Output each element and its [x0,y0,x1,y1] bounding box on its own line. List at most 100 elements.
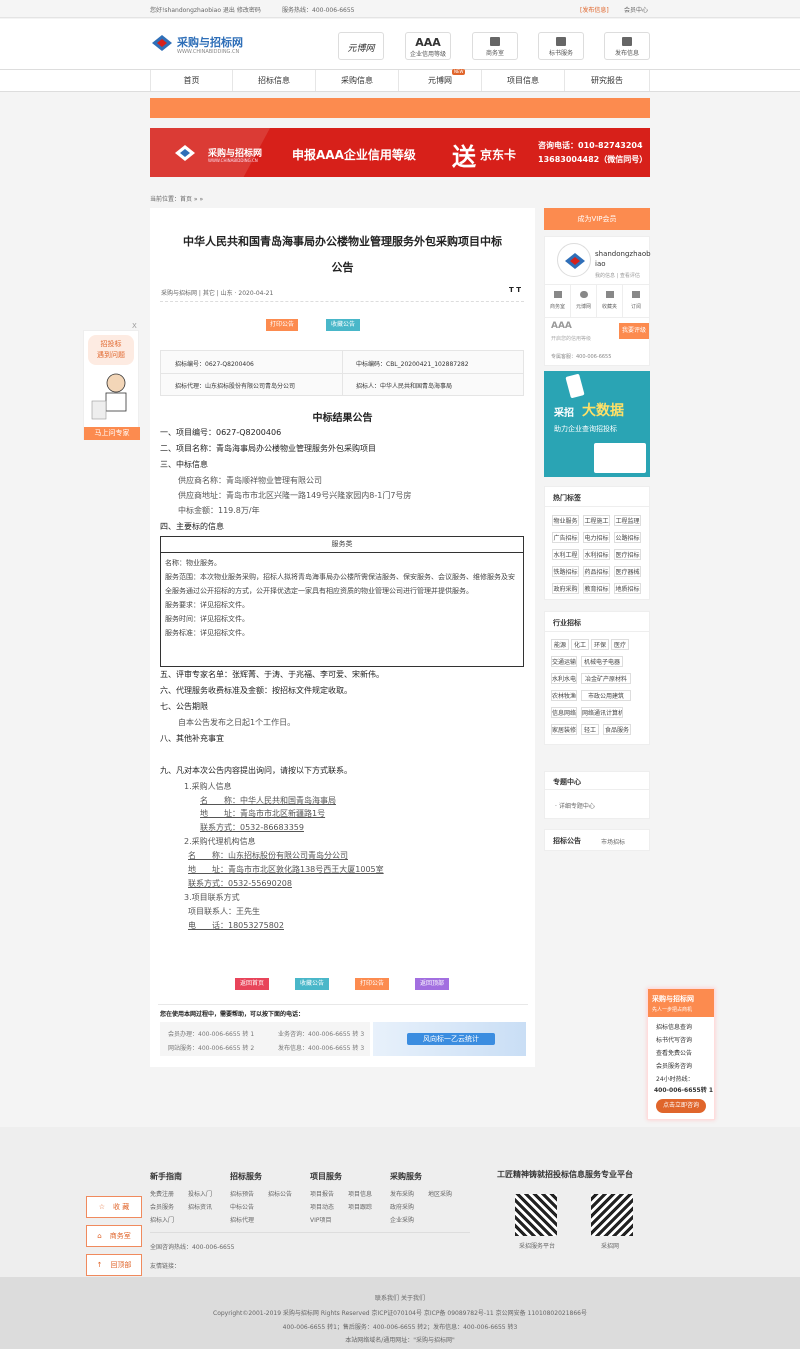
footer-link[interactable]: 项目信息 [348,1189,372,1198]
industry-tag[interactable]: 冶金矿产原材料 [581,673,631,684]
aaa-banner[interactable]: 采购与招标网 WWW.CHINABIDDING.CN 申报AAA企业信用等级 送… [150,128,650,177]
footer-link[interactable]: 招标资讯 [188,1202,212,1211]
industry-tag[interactable]: 机械电子电器 [581,656,623,667]
publish-link[interactable]: [发布信息] [580,5,609,14]
sidebar-yuanbo[interactable]: 元博网 [571,285,597,317]
favorite-button[interactable]: 收藏公告 [295,978,329,990]
footer-link[interactable]: 项目动态 [310,1202,334,1211]
hot-tag[interactable]: 工程施工 [583,515,610,526]
footer-link[interactable]: 企业采购 [390,1215,414,1224]
float-back-top-button[interactable]: ↑ 回顶部 [86,1254,142,1276]
industry-tag[interactable]: 市政公用建筑 [581,690,631,701]
hot-tag[interactable]: 政府采购 [552,583,579,594]
avatar[interactable] [557,243,591,277]
bigdata-ad[interactable]: 采招 大数据 助力企业查询招投标 [544,371,650,477]
nav-projects[interactable]: 项目信息 [482,70,565,91]
nav-reports[interactable]: 研究报告 [565,70,650,91]
ask-expert-button[interactable]: 马上问专家 [84,427,140,440]
industry-tag[interactable]: 轻工 [581,724,599,735]
footer-link[interactable]: 政府采购 [390,1202,414,1211]
industry-tag[interactable]: 化工 [571,639,589,650]
industry-tag[interactable]: 农林牧渔 [551,690,577,701]
consult-item[interactable]: 标书代写咨询 [656,1035,692,1044]
nav-yuanbo[interactable]: 元博网 NEW [399,69,482,91]
back-home-button[interactable]: 返回首页 [235,978,269,990]
footer-about[interactable]: 联系我们 关于我们 [0,1293,800,1302]
topic-link[interactable]: · 详细专题中心 [555,801,595,810]
line-award-amount: 中标金额：119.8万/年 [178,506,260,515]
industry-tag[interactable]: 家居装修 [551,724,577,735]
sidebar-favorites[interactable]: 收藏夹 [597,285,623,317]
hot-tag[interactable]: 药品招标 [583,566,610,577]
welcome-text[interactable]: 您好!shandongzhaobiao 退出 修改密码 [150,5,261,14]
hot-tag[interactable]: 地质招标 [614,583,641,594]
footer-link[interactable]: 投标入门 [188,1189,212,1198]
hot-tag[interactable]: 物业服务 [552,515,579,526]
user-center-link[interactable]: 会员中心 [624,5,648,14]
font-size-toggle[interactable]: T T [509,286,521,294]
footer-link[interactable]: 招标入门 [150,1215,174,1224]
hot-tag[interactable]: 工程监理 [614,515,641,526]
hot-tag[interactable]: 广告招标 [552,532,579,543]
footer-link[interactable]: 招标预告 [230,1189,254,1198]
sidebar-business-room[interactable]: 商务室 [545,285,571,317]
industry-tag[interactable]: 信息网络 [551,707,577,718]
nav-procurement[interactable]: 采购信息 [316,70,399,91]
hot-tag[interactable]: 水利工程 [552,549,579,560]
hot-tag[interactable]: 医疗器械 [614,566,641,577]
industry-tag[interactable]: 环保 [591,639,609,650]
consult-item[interactable]: 查看免费公告 [656,1048,692,1057]
print-tag-button[interactable]: 打印公告 [266,319,298,331]
hot-tag[interactable]: 铁路招标 [552,566,579,577]
notice-link[interactable]: 市场招标 [601,837,625,846]
banner-phone-1: 咨询电话：010-82743204 [538,141,643,150]
float-business-room-button[interactable]: ⌂ 商务室 [86,1225,142,1247]
publish-info-link[interactable]: 发布信息 [604,32,650,60]
breadcrumb[interactable]: 当前位置：首页 » » [150,194,203,203]
footer-link[interactable]: 地区采购 [428,1189,452,1198]
print-button[interactable]: 打印公告 [355,978,389,990]
logo-title[interactable]: 采购与招标网 [177,34,243,50]
hot-tag[interactable]: 水利招标 [583,549,610,560]
sidebar-subscribe[interactable]: 订阅 [623,285,649,317]
consult-now-button[interactable]: 点击立即咨询 [656,1099,706,1113]
hot-tag[interactable]: 公路招标 [614,532,641,543]
yuanbo-link[interactable]: 元博网 [338,32,384,60]
logo-icon[interactable] [150,33,174,53]
home-icon [490,37,500,46]
footer-link[interactable]: 发布采购 [390,1189,414,1198]
footer-link[interactable]: 招标代理 [230,1215,254,1224]
vip-button[interactable]: 成为VIP会员 [544,208,650,230]
footer-link[interactable]: 项目报告 [310,1189,334,1198]
nav-bids[interactable]: 招标信息 [233,70,316,91]
statistics-ad[interactable]: 风向标一乙云统计 [373,1022,526,1056]
footer-link[interactable]: 会员服务 [150,1202,174,1211]
industry-tag[interactable]: 水利水电 [551,673,577,684]
industry-tag[interactable]: 网络通讯计算机 [581,707,623,718]
business-room-link[interactable]: 商务室 [472,32,518,60]
industry-tag[interactable]: 医疗 [611,639,629,650]
orange-banner-bar[interactable] [150,98,650,118]
footer-link[interactable]: 项目跟踪 [348,1202,372,1211]
hot-tag[interactable]: 医疗招标 [614,549,641,560]
industry-tag[interactable]: 能源 [551,639,569,650]
footer-link[interactable]: 中标公告 [230,1202,254,1211]
industry-tag[interactable]: 交通运输 [551,656,577,667]
industry-tag[interactable]: 食品服务 [603,724,631,735]
rate-button[interactable]: 我要评级 [619,323,649,339]
footer-link[interactable]: 免费注册 [150,1189,174,1198]
nav-home[interactable]: 首页 [150,70,233,91]
close-icon[interactable]: X [132,322,137,330]
hot-tag[interactable]: 电力招标 [583,532,610,543]
consult-item[interactable]: 会员服务咨询 [656,1061,692,1070]
favorite-tag-button[interactable]: 收藏公告 [326,319,360,331]
bid-service-link[interactable]: 标书服务 [538,32,584,60]
hot-tag[interactable]: 教育招标 [583,583,610,594]
float-favorite-button[interactable]: ☆ 收 藏 [86,1196,142,1218]
back-top-button[interactable]: 返回顶部 [415,978,449,990]
footer-link[interactable]: 招标公告 [268,1189,292,1198]
consult-item[interactable]: 招标信息查询 [656,1022,692,1031]
footer-link[interactable]: VIP项目 [310,1215,332,1224]
aaa-link[interactable]: AAA 企业信用等级 [405,32,451,60]
user-links[interactable]: 我的信息 | 查看评估 [595,272,640,279]
